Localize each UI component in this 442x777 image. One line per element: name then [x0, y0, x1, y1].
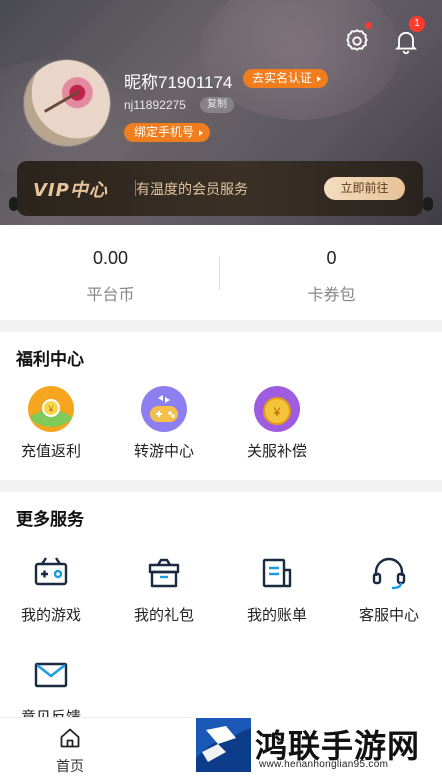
- settings-button[interactable]: [340, 22, 374, 58]
- headset-icon: [372, 557, 406, 590]
- coupon-wallet-value: 0: [326, 248, 337, 268]
- gear-icon: [346, 29, 368, 51]
- game-transfer-icon: [141, 386, 187, 432]
- copy-button[interactable]: 复制: [200, 97, 234, 113]
- avatar[interactable]: [24, 60, 110, 146]
- nickname: 昵称71901174: [124, 73, 233, 92]
- vip-title: VIP中心: [33, 180, 108, 201]
- mail-icon: [34, 662, 68, 688]
- coupon-wallet[interactable]: 0 卡券包: [221, 225, 442, 320]
- notification-button[interactable]: 1: [389, 16, 425, 58]
- notification-badge: 1: [409, 16, 425, 32]
- settings-dot: [365, 22, 372, 29]
- server-compensation-icon: ¥: [254, 386, 300, 432]
- gift-icon: [148, 558, 180, 588]
- platform-coin-value: 0.00: [92, 248, 129, 268]
- more-services-title: 更多服务: [16, 510, 84, 530]
- my-bills-item[interactable]: 我的账单: [227, 550, 327, 625]
- bill-icon: [262, 558, 292, 588]
- tab-home-label: 首页: [56, 759, 84, 775]
- vip-center-card[interactable]: VIP中心 有温度的会员服务 立即前往: [17, 161, 423, 216]
- vip-card-decoration: [423, 197, 433, 211]
- server-compensation-label: 关服补偿: [246, 442, 307, 460]
- platform-coin[interactable]: 0.00 平台币: [0, 225, 221, 320]
- wallet-panel: 0.00 平台币 0 卡券包: [0, 225, 442, 320]
- platform-coin-label: 平台币: [86, 285, 135, 304]
- profile-header: 1 昵称71901174 去实名认证 nj11892275 复制 绑定手机号 V…: [0, 0, 442, 225]
- game-transfer-item[interactable]: 转游中心: [114, 386, 214, 461]
- tab-home[interactable]: 首页: [40, 726, 100, 776]
- customer-service-item[interactable]: 客服中心: [339, 550, 439, 625]
- gamepad-icon: [34, 557, 68, 586]
- bind-phone-button[interactable]: 绑定手机号: [124, 123, 211, 142]
- recharge-rebate-icon: ¥: [28, 386, 74, 432]
- my-bills-label: 我的账单: [246, 606, 307, 624]
- my-games-label: 我的游戏: [20, 606, 81, 624]
- welfare-center-title: 福利中心: [16, 350, 84, 370]
- vip-go-button[interactable]: 立即前往: [324, 177, 405, 200]
- customer-service-label: 客服中心: [358, 606, 419, 624]
- home-icon: [60, 728, 80, 748]
- svg-text:¥: ¥: [47, 404, 54, 414]
- recharge-rebate-label: 充值返利: [20, 442, 81, 460]
- my-gifts-label: 我的礼包: [133, 606, 194, 624]
- coupon-wallet-label: 卡券包: [307, 285, 356, 304]
- my-games-item[interactable]: 我的游戏: [1, 550, 101, 625]
- account-id: nj11892275: [124, 98, 186, 112]
- feedback-item[interactable]: 意见反馈: [1, 652, 101, 727]
- welfare-center-section: 福利中心 ¥ 充值返利 转游中心 ¥ 关服补偿: [0, 332, 442, 480]
- watermark-logo-icon: [196, 718, 251, 772]
- watermark-url: www.henanhonglian95.com: [259, 759, 389, 770]
- site-watermark: 鸿联手游网 www.henanhonglian95.com: [193, 717, 442, 777]
- server-compensation-item[interactable]: ¥ 关服补偿: [227, 386, 327, 461]
- my-gifts-item[interactable]: 我的礼包: [114, 550, 214, 625]
- wallet-divider: [219, 257, 220, 290]
- svg-text:¥: ¥: [273, 405, 281, 419]
- game-transfer-label: 转游中心: [133, 442, 194, 460]
- realname-verify-button[interactable]: 去实名认证: [243, 69, 329, 88]
- recharge-rebate-item[interactable]: ¥ 充值返利: [1, 386, 101, 461]
- vip-description: 有温度的会员服务: [136, 182, 248, 198]
